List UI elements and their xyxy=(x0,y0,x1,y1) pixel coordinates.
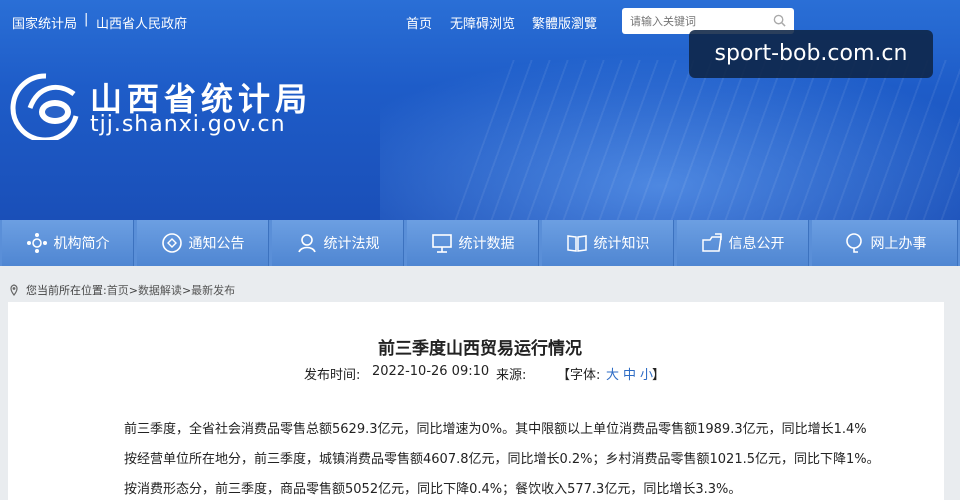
book-icon xyxy=(566,235,587,252)
publish-time-label: 发布时间: xyxy=(304,368,361,383)
publish-time: 2022-10-26 09:10 xyxy=(372,364,490,379)
menu-knowledge[interactable]: 统计知识 xyxy=(542,220,674,266)
menu-law[interactable]: 统计法规 xyxy=(272,220,404,266)
logo-icon xyxy=(10,73,79,140)
breadcrumb-sep: > xyxy=(181,283,192,297)
menu-org[interactable]: 机构简介 xyxy=(2,220,134,266)
breadcrumb-latest[interactable]: 最新发布 xyxy=(191,282,235,298)
notice-icon xyxy=(161,233,182,253)
font-large[interactable]: 大 xyxy=(606,364,619,383)
nav-home[interactable]: 首页 xyxy=(406,13,432,32)
paragraph-1: 前三季度，全省社会消费品零售总额5629.3亿元，同比增速为0%。其中限额以上单… xyxy=(124,422,867,437)
site-domain: tjj.shanxi.gov.cn xyxy=(90,112,286,137)
breadcrumb: 您当前所在位置: 首页 > 数据解读 > 最新发布 xyxy=(8,282,235,298)
main-menu: 机构简介 通知公告 统计法规 统计数据 统计知识 信息公开 网上办事 xyxy=(0,220,960,266)
source-label: 来源: xyxy=(496,368,527,383)
nav-traditional[interactable]: 繁體版瀏覽 xyxy=(532,13,597,32)
law-icon xyxy=(297,234,316,253)
article-panel xyxy=(8,302,944,500)
menu-service[interactable]: 网上办事 xyxy=(812,220,958,266)
location-pin-icon xyxy=(10,284,18,296)
menu-notice[interactable]: 通知公告 xyxy=(137,220,269,266)
data-icon xyxy=(431,234,452,253)
menu-label: 统计知识 xyxy=(593,236,650,252)
search-icon[interactable] xyxy=(773,14,786,27)
menu-label: 统计数据 xyxy=(458,236,515,252)
menu-label: 网上办事 xyxy=(870,236,927,252)
breadcrumb-label: 您当前所在位置: xyxy=(26,284,107,297)
article-title: 前三季度山西贸易运行情况 xyxy=(378,339,582,359)
breadcrumb-home[interactable]: 首页 xyxy=(107,282,129,298)
menu-label: 机构简介 xyxy=(53,236,110,252)
nav-accessible[interactable]: 无障碍浏览 xyxy=(450,13,515,32)
breadcrumb-sep: > xyxy=(128,283,138,297)
font-size-label: 【字体: xyxy=(557,368,601,383)
link-shanxi-gov[interactable]: 山西省人民政府 xyxy=(96,13,187,32)
open-icon xyxy=(701,233,722,252)
menu-label: 统计法规 xyxy=(323,236,380,252)
link-nbs[interactable]: 国家统计局 xyxy=(12,13,77,32)
service-icon xyxy=(845,233,862,253)
font-size-close: 】 xyxy=(652,368,666,383)
font-medium[interactable]: 中 xyxy=(623,364,636,383)
menu-label: 信息公开 xyxy=(728,236,785,252)
menu-data[interactable]: 统计数据 xyxy=(407,220,539,266)
paragraph-2: 按经营单位所在地分，前三季度，城镇消费品零售额4607.8亿元，同比增长0.2%… xyxy=(124,452,880,467)
menu-label: 通知公告 xyxy=(188,236,245,252)
org-icon xyxy=(26,233,47,253)
paragraph-3: 按消费形态分，前三季度，商品零售额5052亿元，同比下降0.4%；餐饮收入577… xyxy=(124,482,742,497)
menu-open[interactable]: 信息公开 xyxy=(677,220,809,266)
watermark: sport-bob.com.cn xyxy=(689,30,933,78)
separator: | xyxy=(84,12,89,27)
breadcrumb-data-interpret[interactable]: 数据解读 xyxy=(138,282,182,298)
